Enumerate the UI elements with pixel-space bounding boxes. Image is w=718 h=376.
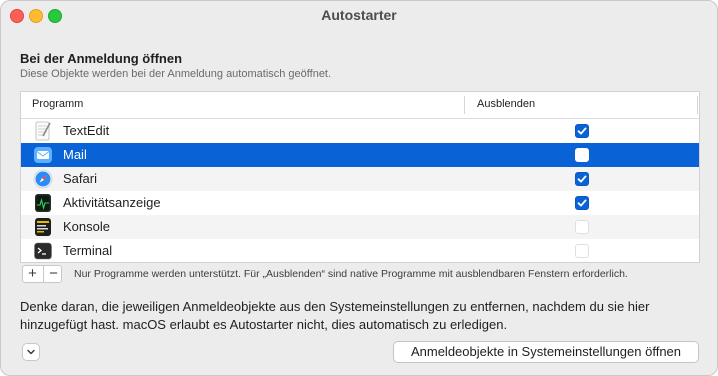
hide-checkbox[interactable]	[575, 148, 589, 162]
table-row[interactable]: Safari	[21, 167, 699, 191]
title-bar: Autostarter	[1, 1, 717, 29]
table-row[interactable]: Terminal	[21, 239, 699, 262]
terminal-icon	[33, 241, 53, 261]
app-name: Mail	[63, 147, 87, 162]
table-row[interactable]: Mail	[21, 143, 699, 167]
table-row[interactable]: TextEdit	[21, 119, 699, 143]
add-remove-control: + −	[22, 265, 62, 283]
app-name: Safari	[63, 171, 97, 186]
safari-icon	[33, 169, 53, 189]
app-name: TextEdit	[63, 123, 110, 138]
app-name: Aktivitätsanzeige	[63, 195, 161, 210]
table-row[interactable]: Konsole	[21, 215, 699, 239]
column-divider[interactable]	[697, 96, 698, 114]
section-title: Bei der Anmeldung öffnen	[20, 51, 183, 66]
supported-apps-hint: Nur Programme werden unterstützt. Für „A…	[74, 268, 628, 280]
hide-checkbox	[575, 244, 589, 258]
chevron-down-icon	[27, 349, 35, 355]
remove-reminder-note: Denke daran, die jeweiligen Anmeldeobjek…	[20, 299, 650, 332]
activity-monitor-icon	[33, 193, 53, 213]
column-header-hide[interactable]: Ausblenden	[477, 98, 535, 110]
column-divider[interactable]	[464, 96, 465, 114]
hide-checkbox[interactable]	[575, 124, 589, 138]
hide-checkbox[interactable]	[575, 172, 589, 186]
hide-checkbox[interactable]	[575, 196, 589, 210]
disclosure-button[interactable]	[22, 343, 40, 361]
hide-checkbox	[575, 220, 589, 234]
window-title: Autostarter	[321, 7, 397, 23]
column-header-program[interactable]: Programm	[32, 98, 83, 110]
mail-icon	[33, 145, 53, 165]
section-subtitle: Diese Objekte werden bei der Anmeldung a…	[20, 68, 332, 80]
app-name: Terminal	[63, 243, 113, 258]
console-icon	[33, 217, 53, 237]
remove-button[interactable]: −	[43, 266, 63, 282]
login-items-table: Programm Ausblenden TextEdit Mail Safari…	[20, 91, 700, 263]
open-login-items-settings-button[interactable]: Anmeldeobjekte in Systemeinstellungen öf…	[393, 341, 699, 363]
autostarter-window: Autostarter Bei der Anmeldung öffnen Die…	[0, 0, 718, 376]
add-button[interactable]: +	[23, 266, 42, 282]
table-header: Programm Ausblenden	[21, 92, 699, 119]
app-name: Konsole	[63, 219, 110, 234]
table-row[interactable]: Aktivitätsanzeige	[21, 191, 699, 215]
textedit-icon	[33, 121, 53, 141]
